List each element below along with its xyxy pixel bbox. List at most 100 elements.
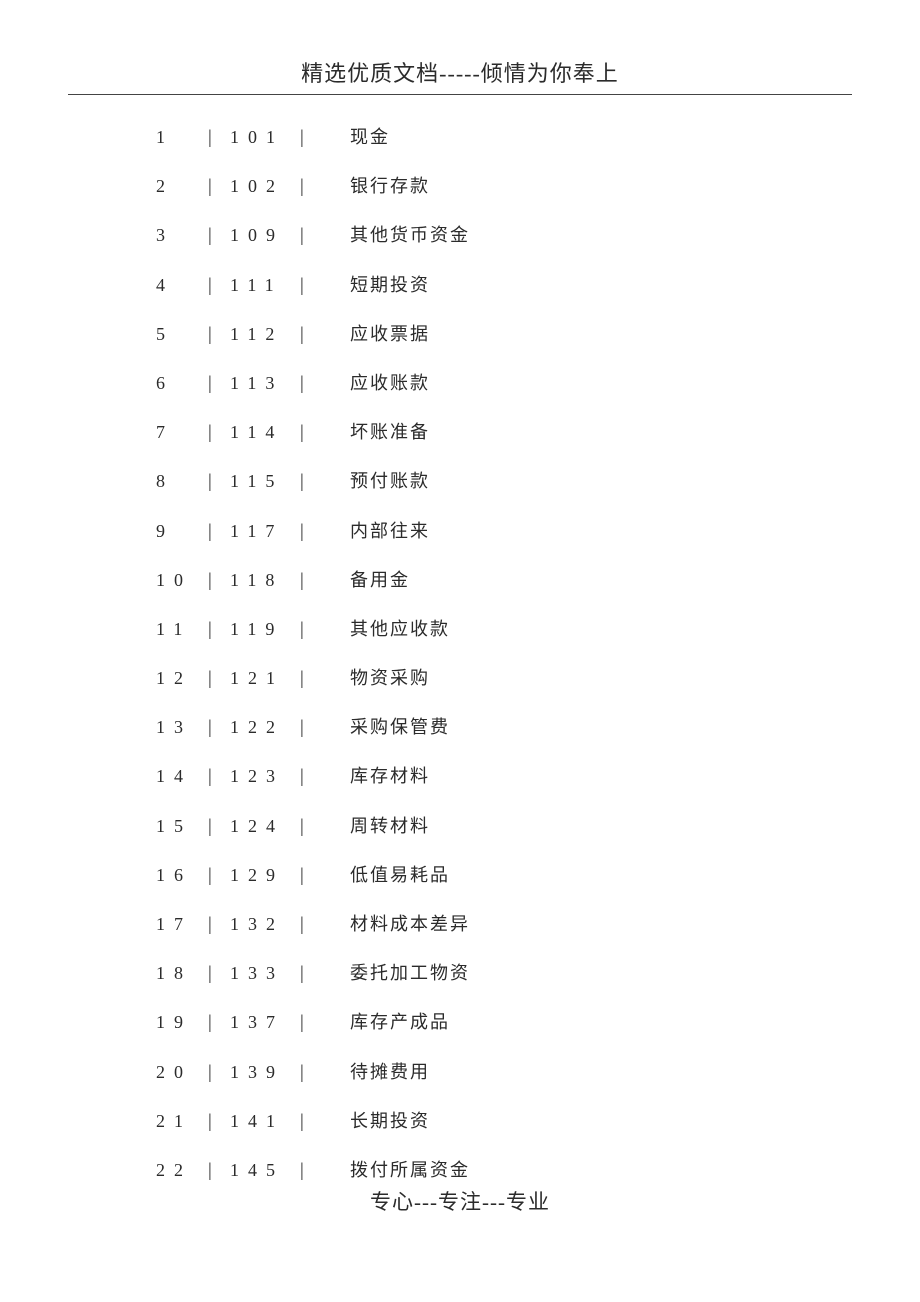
separator: | (208, 914, 230, 936)
separator: | (300, 471, 322, 493)
row-seq: 18 (156, 963, 208, 984)
separator: | (300, 963, 322, 985)
row-seq: 13 (156, 717, 208, 738)
row-name: 周转材料 (350, 812, 430, 838)
separator: | (208, 127, 230, 149)
table-row: 12 | 121 | 物资采购 (156, 664, 920, 713)
row-name: 内部往来 (350, 517, 430, 543)
row-seq: 15 (156, 816, 208, 837)
table-row: 14 | 123 | 库存材料 (156, 762, 920, 811)
row-seq: 11 (156, 619, 208, 640)
table-row: 17 | 132 | 材料成本差异 (156, 910, 920, 959)
separator: | (300, 422, 322, 444)
row-name: 库存产成品 (350, 1008, 450, 1034)
table-row: 6 | 113 | 应收账款 (156, 369, 920, 418)
separator: | (300, 668, 322, 690)
table-row: 13 | 122 | 采购保管费 (156, 713, 920, 762)
separator: | (300, 1062, 322, 1084)
row-name: 材料成本差异 (350, 910, 470, 936)
row-code: 137 (230, 1012, 300, 1033)
page-header: 精选优质文档-----倾情为你奉上 (0, 0, 920, 94)
separator: | (208, 963, 230, 985)
table-row: 18 | 133 | 委托加工物资 (156, 959, 920, 1008)
row-code: 119 (230, 619, 300, 640)
separator: | (300, 1012, 322, 1034)
separator: | (208, 766, 230, 788)
row-seq: 1 (156, 127, 208, 148)
row-code: 133 (230, 963, 300, 984)
separator: | (208, 570, 230, 592)
row-code: 114 (230, 422, 300, 443)
separator: | (208, 1111, 230, 1133)
row-seq: 7 (156, 422, 208, 443)
separator: | (300, 865, 322, 887)
row-code: 124 (230, 816, 300, 837)
row-name: 备用金 (350, 566, 410, 592)
separator: | (300, 324, 322, 346)
row-name: 其他应收款 (350, 615, 450, 641)
separator: | (208, 865, 230, 887)
separator: | (300, 225, 322, 247)
row-name: 委托加工物资 (350, 959, 470, 985)
row-seq: 5 (156, 324, 208, 345)
table-row: 1 | 101 | 现金 (156, 123, 920, 172)
separator: | (208, 471, 230, 493)
table-row: 8 | 115 | 预付账款 (156, 467, 920, 516)
separator: | (300, 521, 322, 543)
separator: | (300, 816, 322, 838)
row-code: 145 (230, 1160, 300, 1181)
row-seq: 9 (156, 521, 208, 542)
separator: | (300, 176, 322, 198)
row-name: 待摊费用 (350, 1058, 430, 1084)
table-row: 21 | 141 | 长期投资 (156, 1107, 920, 1156)
row-name: 长期投资 (350, 1107, 430, 1133)
table-row: 9 | 117 | 内部往来 (156, 517, 920, 566)
separator: | (300, 1111, 322, 1133)
separator: | (208, 1062, 230, 1084)
separator: | (208, 422, 230, 444)
row-name: 低值易耗品 (350, 861, 450, 887)
row-code: 101 (230, 127, 300, 148)
row-seq: 3 (156, 225, 208, 246)
row-name: 应收账款 (350, 369, 430, 395)
row-code: 118 (230, 570, 300, 591)
row-seq: 8 (156, 471, 208, 492)
row-code: 132 (230, 914, 300, 935)
separator: | (208, 225, 230, 247)
separator: | (208, 1160, 230, 1182)
separator: | (300, 275, 322, 297)
row-code: 117 (230, 521, 300, 542)
row-seq: 19 (156, 1012, 208, 1033)
row-name: 其他货币资金 (350, 221, 470, 247)
table-row: 5 | 112 | 应收票据 (156, 320, 920, 369)
separator: | (208, 816, 230, 838)
row-name: 银行存款 (350, 172, 430, 198)
row-seq: 14 (156, 766, 208, 787)
table-row: 11 | 119 | 其他应收款 (156, 615, 920, 664)
page-footer: 专心---专注---专业 (0, 1186, 920, 1216)
row-name: 物资采购 (350, 664, 430, 690)
separator: | (208, 373, 230, 395)
table-row: 20 | 139 | 待摊费用 (156, 1058, 920, 1107)
row-seq: 6 (156, 373, 208, 394)
row-name: 拨付所属资金 (350, 1156, 470, 1182)
separator: | (300, 619, 322, 641)
table-row: 7 | 114 | 坏账准备 (156, 418, 920, 467)
row-code: 113 (230, 373, 300, 394)
table-row: 10 | 118 | 备用金 (156, 566, 920, 615)
separator: | (300, 1160, 322, 1182)
row-code: 111 (230, 275, 300, 296)
separator: | (208, 717, 230, 739)
table-row: 4 | 111 | 短期投资 (156, 271, 920, 320)
row-code: 112 (230, 324, 300, 345)
account-list: 1 | 101 | 现金 2 | 102 | 银行存款 3 | 109 | 其他… (0, 95, 920, 1205)
separator: | (300, 127, 322, 149)
row-seq: 16 (156, 865, 208, 886)
row-seq: 20 (156, 1062, 208, 1083)
row-seq: 22 (156, 1160, 208, 1181)
row-code: 115 (230, 471, 300, 492)
separator: | (300, 914, 322, 936)
row-seq: 17 (156, 914, 208, 935)
separator: | (208, 176, 230, 198)
row-code: 139 (230, 1062, 300, 1083)
